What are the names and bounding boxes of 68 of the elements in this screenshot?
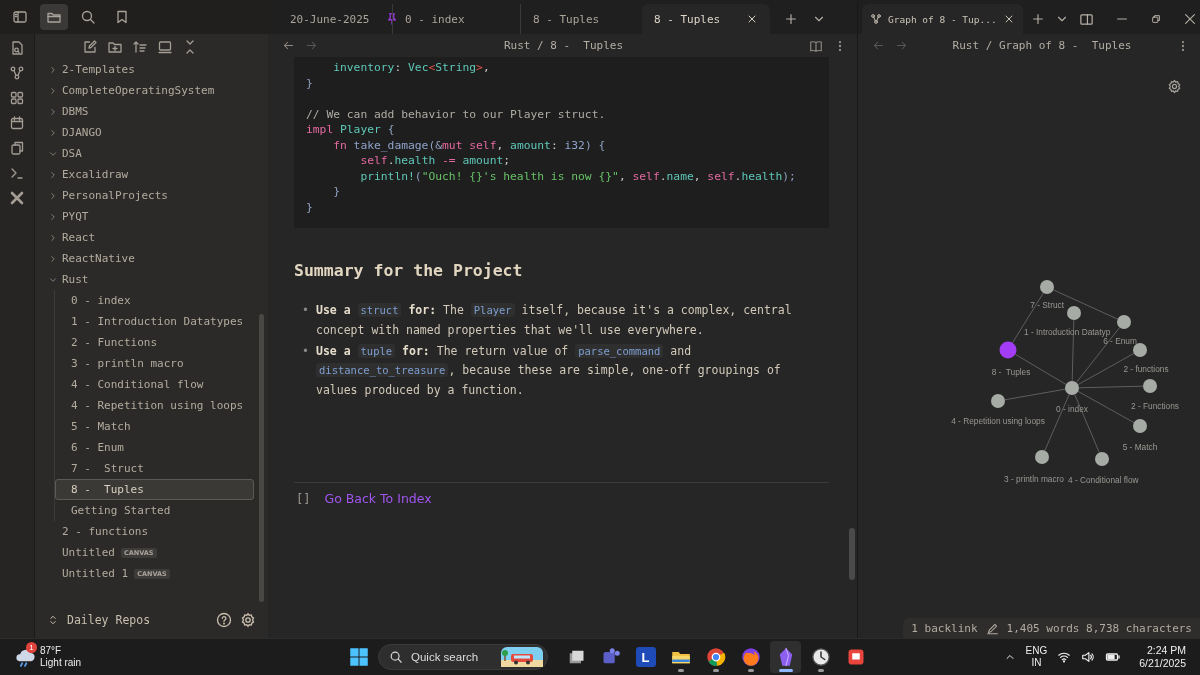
temperature: 87°F	[40, 645, 63, 657]
file-item[interactable]: 4 - Repetition using loops	[55, 395, 254, 416]
file-item[interactable]: 1 - Introduction Datatypes	[55, 311, 254, 332]
clock-time[interactable]: 2:24 PM	[1146, 644, 1186, 657]
node-label: 0 - index	[1056, 404, 1088, 414]
file-item[interactable]: 2 - Functions	[55, 332, 254, 353]
file-item[interactable]: 3 - println macro	[55, 353, 254, 374]
bullet-marker: •	[302, 302, 310, 319]
file-item[interactable]: 5 - Match	[55, 416, 254, 437]
folder-item[interactable]: DBMS	[43, 101, 254, 122]
node-label: 1 - Introduction Datatyp	[1024, 327, 1111, 337]
folder-item[interactable]: 2-Templates	[43, 59, 254, 80]
file-item[interactable]: 8 - Tuples	[55, 479, 254, 500]
folder-item[interactable]: DJANGO	[43, 122, 254, 143]
node-label: 4 - Repetition using loops	[951, 416, 1045, 426]
editor-tab[interactable]: 8 - Tuples	[642, 4, 770, 34]
breadcrumb: Rust / Graph of 8 - Tuples	[951, 39, 1133, 52]
search-field[interactable]: Quick search	[378, 644, 548, 670]
bracket-text: []	[296, 491, 311, 506]
notification-badge: 1	[26, 642, 37, 653]
bullet-text: Use a struct for: The Player itself, because it's a complex, central concept with named properties that we'll use everywhere.	[316, 302, 793, 339]
code-line: println!("Ouch! {}'s health is now {}", self.name, self.health);	[359, 168, 797, 184]
node-label: 8 - Tuples	[991, 367, 1031, 377]
code-line: }	[306, 199, 314, 215]
node-label: 6 - Enum	[1103, 336, 1137, 346]
word-count: 1,405 words 8,738 characters	[1006, 621, 1192, 635]
folder-item[interactable]: React	[43, 227, 254, 248]
folder-item[interactable]: CompleteOperatingSystem	[43, 80, 254, 101]
backlink-count[interactable]: 1 backlink	[911, 621, 978, 635]
node-label: 2 - Functions	[1131, 401, 1179, 411]
weather-text: Light rain	[40, 657, 82, 669]
code-line: impl Player {	[306, 122, 396, 138]
file-item[interactable]: 4 - Conditional flow	[55, 374, 254, 395]
folder-item[interactable]: PYQT	[43, 206, 254, 227]
file-item[interactable]: 6 - Enum	[55, 437, 254, 458]
file-item[interactable]: 0 - index	[55, 290, 254, 311]
editor-tab[interactable]: 20-June-2025	[276, 4, 392, 34]
code-line: // We can add behavior to our Player struct.	[306, 106, 607, 122]
node-label: 5 - Match	[1122, 442, 1158, 452]
code-line: }	[332, 184, 341, 200]
code-line: inventory: Vec<String>,	[332, 60, 491, 76]
bullet-marker: •	[302, 342, 310, 360]
breadcrumb: Rust / 8 - Tuples	[502, 39, 625, 52]
graph-tab[interactable]: Graph of 8 - Tup...	[862, 4, 1023, 34]
file-item[interactable]: Getting Started	[55, 500, 254, 521]
folder-item[interactable]: PersonalProjects	[43, 185, 254, 206]
folder-item[interactable]: Excalidraw	[43, 164, 254, 185]
folder-item[interactable]: DSA	[43, 143, 254, 164]
index-link[interactable]: Go Back To Index	[324, 491, 432, 506]
clock-date[interactable]: 6/21/2025	[1139, 657, 1186, 670]
vault-name[interactable]: Dailey Repos	[67, 613, 208, 627]
file-item[interactable]: 7 - Struct	[55, 458, 254, 479]
code-line: self.health -= amount;	[359, 153, 512, 169]
region-text[interactable]: IN	[1031, 657, 1042, 669]
bullet-text: Use a tuple for: The return value of parse_command and distance_to_treasure , because these are simple, one-off groupings of values produced by a function.	[316, 342, 782, 399]
code-line: fn take_damage(&mut self, amount: i32) {	[332, 137, 607, 153]
editor-tab[interactable]: 0 - index	[392, 4, 520, 34]
file-item[interactable]: 2 - functions	[43, 521, 254, 542]
node-label: 2 - functions	[1123, 364, 1169, 374]
node-label: 4 - Conditional flow	[1068, 475, 1139, 485]
language-text[interactable]: ENG	[1025, 645, 1048, 657]
node-label: 7 - Struct	[1030, 300, 1064, 310]
code-line: }	[306, 75, 314, 91]
node-label: 3 - println macro	[1004, 474, 1064, 484]
folder-item[interactable]: Rust	[43, 269, 254, 290]
folder-item[interactable]: ReactNative	[43, 248, 254, 269]
section-heading: Summary for the Project	[294, 260, 524, 282]
app-letter-icon[interactable]: L	[635, 647, 656, 667]
